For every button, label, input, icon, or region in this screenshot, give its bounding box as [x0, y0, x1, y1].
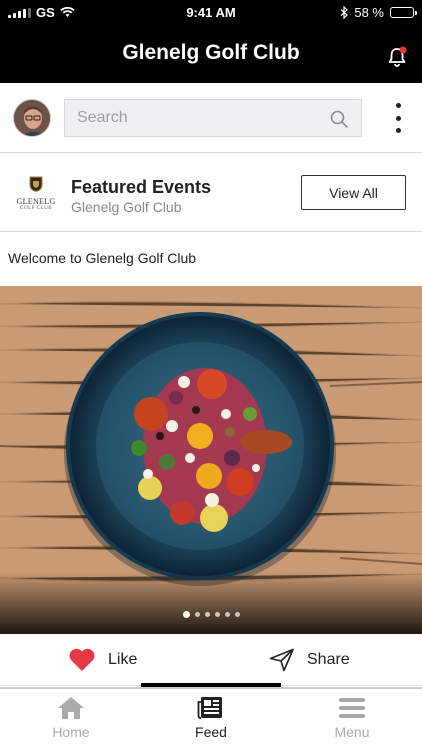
bluetooth-icon	[340, 6, 349, 19]
food-plate-image	[0, 286, 422, 634]
share-label: Share	[307, 651, 350, 668]
battery-icon	[390, 7, 417, 18]
carousel-dot[interactable]	[214, 612, 220, 617]
carousel-dot[interactable]	[204, 612, 210, 617]
app-header: Glenelg Golf Club	[0, 26, 422, 83]
section-heading: Featured Events	[71, 177, 212, 197]
carousel-dot[interactable]	[224, 612, 230, 617]
tab-bar: Home Feed Menu	[0, 687, 422, 750]
carousel-dot[interactable]	[182, 611, 190, 618]
view-all-button[interactable]: View All	[301, 175, 406, 210]
search-icon[interactable]	[329, 109, 349, 129]
post-actions: Like Share	[0, 634, 422, 686]
search-row	[0, 83, 422, 153]
crest-icon	[29, 176, 43, 193]
search-field[interactable]	[64, 99, 362, 137]
carousel-indicator[interactable]	[0, 611, 422, 618]
featured-events-section: GLENELG GOLF CLUB Featured Events Glenel…	[0, 154, 422, 232]
tab-home[interactable]: Home	[21, 695, 121, 740]
post-text: Welcome to Glenelg Golf Club	[8, 250, 197, 266]
notification-badge	[399, 46, 407, 54]
search-input[interactable]	[77, 109, 317, 127]
carousel-dot[interactable]	[194, 612, 200, 617]
post-image[interactable]	[0, 286, 422, 634]
page-title: Glenelg Golf Club	[122, 41, 300, 64]
battery-percent: 58 %	[354, 5, 384, 20]
heart-icon	[69, 648, 95, 671]
more-options-icon[interactable]	[394, 103, 402, 133]
like-button[interactable]: Like	[68, 634, 137, 686]
send-icon	[269, 648, 294, 672]
tab-menu[interactable]: Menu	[302, 695, 402, 740]
logo-subtitle: GOLF CLUB	[19, 206, 53, 211]
tab-feed-label: Feed	[195, 724, 227, 740]
menu-icon	[339, 698, 365, 718]
club-logo: GLENELG GOLF CLUB	[14, 176, 58, 216]
status-bar: GS 9:41 AM 58 %	[0, 0, 422, 26]
avatar[interactable]	[13, 99, 51, 137]
bell-icon[interactable]	[386, 46, 408, 68]
share-button[interactable]: Share	[269, 634, 350, 686]
tab-home-label: Home	[52, 724, 90, 740]
home-icon	[58, 697, 84, 719]
section-subheading: Glenelg Golf Club	[71, 199, 182, 215]
newspaper-icon	[197, 697, 222, 719]
like-label: Like	[108, 651, 138, 668]
carousel-dot[interactable]	[234, 612, 240, 617]
tab-menu-label: Menu	[334, 724, 370, 740]
tab-feed[interactable]: Feed	[161, 695, 261, 740]
logo-name: GLENELG	[16, 197, 56, 206]
